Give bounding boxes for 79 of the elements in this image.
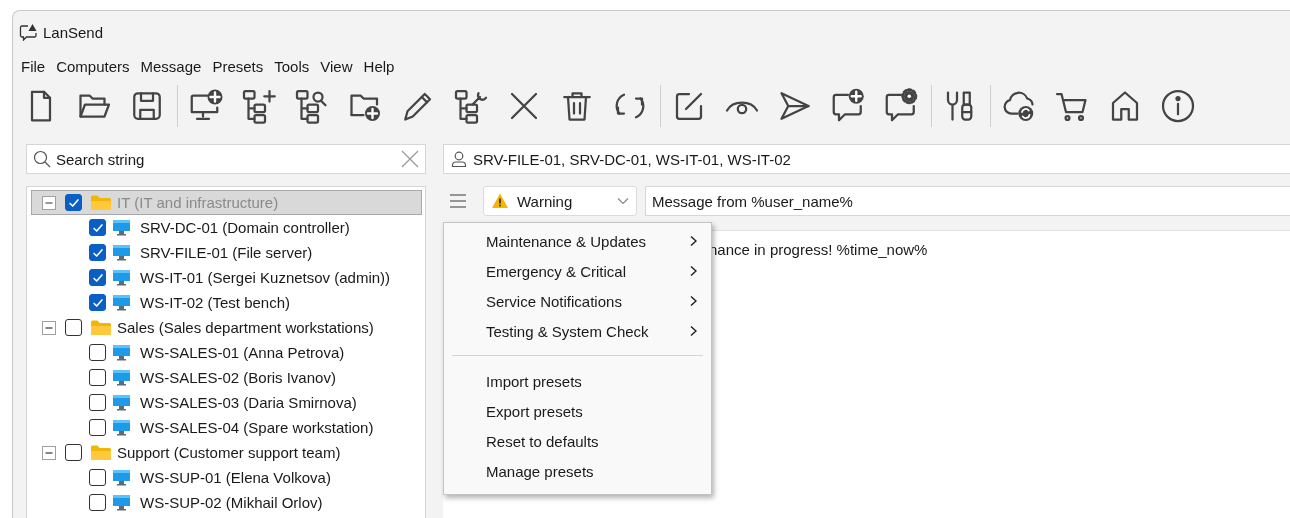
search-input[interactable]: Search string <box>56 150 396 168</box>
chevron-down-icon <box>617 197 629 205</box>
warning-icon <box>491 192 509 210</box>
monitor-icon <box>112 244 131 261</box>
user-icon <box>450 150 468 168</box>
chevron-right-icon <box>689 235 697 247</box>
severity-dropdown[interactable]: Warning <box>483 186 637 216</box>
checkbox[interactable] <box>65 319 82 336</box>
search-icon <box>33 150 51 168</box>
recipients-field[interactable]: SRV-FILE-01, SRV-DC-01, WS-IT-01, WS-IT-02 <box>443 144 1290 174</box>
menu-item[interactable]: Testing & System Check <box>448 316 707 346</box>
tree-item[interactable]: WS-IT-02 (Test bench) <box>31 290 422 315</box>
monitor-icon <box>112 369 131 386</box>
checkbox[interactable] <box>89 344 106 361</box>
search-field[interactable]: Search string <box>26 144 426 174</box>
tree-plus-icon[interactable] <box>241 88 277 124</box>
tree-item[interactable]: WS-SALES-02 (Boris Ivanov) <box>31 365 422 390</box>
collapse-icon[interactable] <box>42 445 56 460</box>
tree-item[interactable]: SRV-FILE-01 (File server) <box>31 240 422 265</box>
checkbox[interactable] <box>89 469 106 486</box>
subject-field[interactable]: Message from %user_name% <box>645 186 1290 216</box>
checkbox[interactable] <box>89 269 106 286</box>
tree-item[interactable]: WS-SALES-01 (Anna Petrova) <box>31 340 422 365</box>
checkbox[interactable] <box>89 394 106 411</box>
checkbox[interactable] <box>89 294 106 311</box>
monitor-icon <box>112 344 131 361</box>
subject-input[interactable]: Message from %user_name% <box>652 192 1284 210</box>
monitor-icon <box>112 469 131 486</box>
menu-item[interactable]: Message <box>134 54 207 78</box>
checkbox[interactable] <box>89 369 106 386</box>
folder-icon <box>90 443 112 462</box>
folder-icon <box>90 193 112 212</box>
monitor-icon <box>112 269 131 286</box>
window-title: LanSend <box>43 23 104 41</box>
menu-item[interactable]: Tools <box>268 54 315 78</box>
tree-item[interactable]: Sales (Sales department workstations) <box>31 315 422 340</box>
menu-item[interactable]: Service Notifications <box>448 286 707 316</box>
folder-icon <box>90 318 112 337</box>
monitor-icon <box>112 219 131 236</box>
monitor-icon <box>112 394 131 411</box>
monitor-icon <box>112 419 131 436</box>
checkbox[interactable] <box>89 244 106 261</box>
menu-item[interactable]: File <box>15 54 51 78</box>
menu-item[interactable]: Emergency & Critical <box>448 256 707 286</box>
recipients-input[interactable]: SRV-FILE-01, SRV-DC-01, WS-IT-01, WS-IT-02 <box>473 150 1284 168</box>
tree-item[interactable]: WS-SUP-02 (Mikhail Orlov) <box>31 490 422 515</box>
monitor-icon <box>112 294 131 311</box>
chevron-right-icon <box>689 295 697 307</box>
tree-search-icon[interactable] <box>294 88 330 124</box>
menu-item[interactable]: Help <box>357 54 400 78</box>
monitor-icon <box>112 494 131 511</box>
tree-item[interactable]: SRV-DC-01 (Domain controller) <box>31 215 422 240</box>
menu-item[interactable]: View <box>314 54 358 78</box>
checkbox[interactable] <box>89 494 106 511</box>
checkbox[interactable] <box>65 444 82 461</box>
collapse-icon[interactable] <box>42 320 56 335</box>
tree-wrench-icon[interactable] <box>453 88 489 124</box>
menu-item[interactable]: Manage presets <box>448 456 707 486</box>
menu-item[interactable]: Import presets <box>448 366 707 396</box>
info-icon[interactable] <box>1160 88 1196 124</box>
menu-item[interactable]: Maintenance & Updates <box>448 226 707 256</box>
menu-item[interactable]: Presets <box>206 54 269 78</box>
menu-item[interactable]: Export presets <box>448 396 707 426</box>
menu-item[interactable]: Reset to defaults <box>448 426 707 456</box>
tree-item[interactable]: WS-SUP-01 (Elena Volkova) <box>31 465 422 490</box>
tree-item[interactable]: WS-IT-01 (Sergei Kuznetsov (admin)) <box>31 265 422 290</box>
chevron-right-icon <box>689 325 697 337</box>
menu-item[interactable]: Computers <box>50 54 135 78</box>
chevron-right-icon <box>689 265 697 277</box>
collapse-icon[interactable] <box>42 195 56 210</box>
checkbox[interactable] <box>65 194 82 211</box>
chat-plus-icon[interactable] <box>830 88 866 124</box>
checkbox[interactable] <box>89 419 106 436</box>
app-icon <box>19 23 37 41</box>
tree-item[interactable]: Support (Customer support team) <box>31 440 422 465</box>
tree-item[interactable]: WS-SALES-03 (Daria Smirnova) <box>31 390 422 415</box>
clear-icon[interactable] <box>401 150 419 168</box>
checkbox[interactable] <box>89 219 106 236</box>
tree-item[interactable]: WS-SALES-04 (Spare workstation) <box>31 415 422 440</box>
